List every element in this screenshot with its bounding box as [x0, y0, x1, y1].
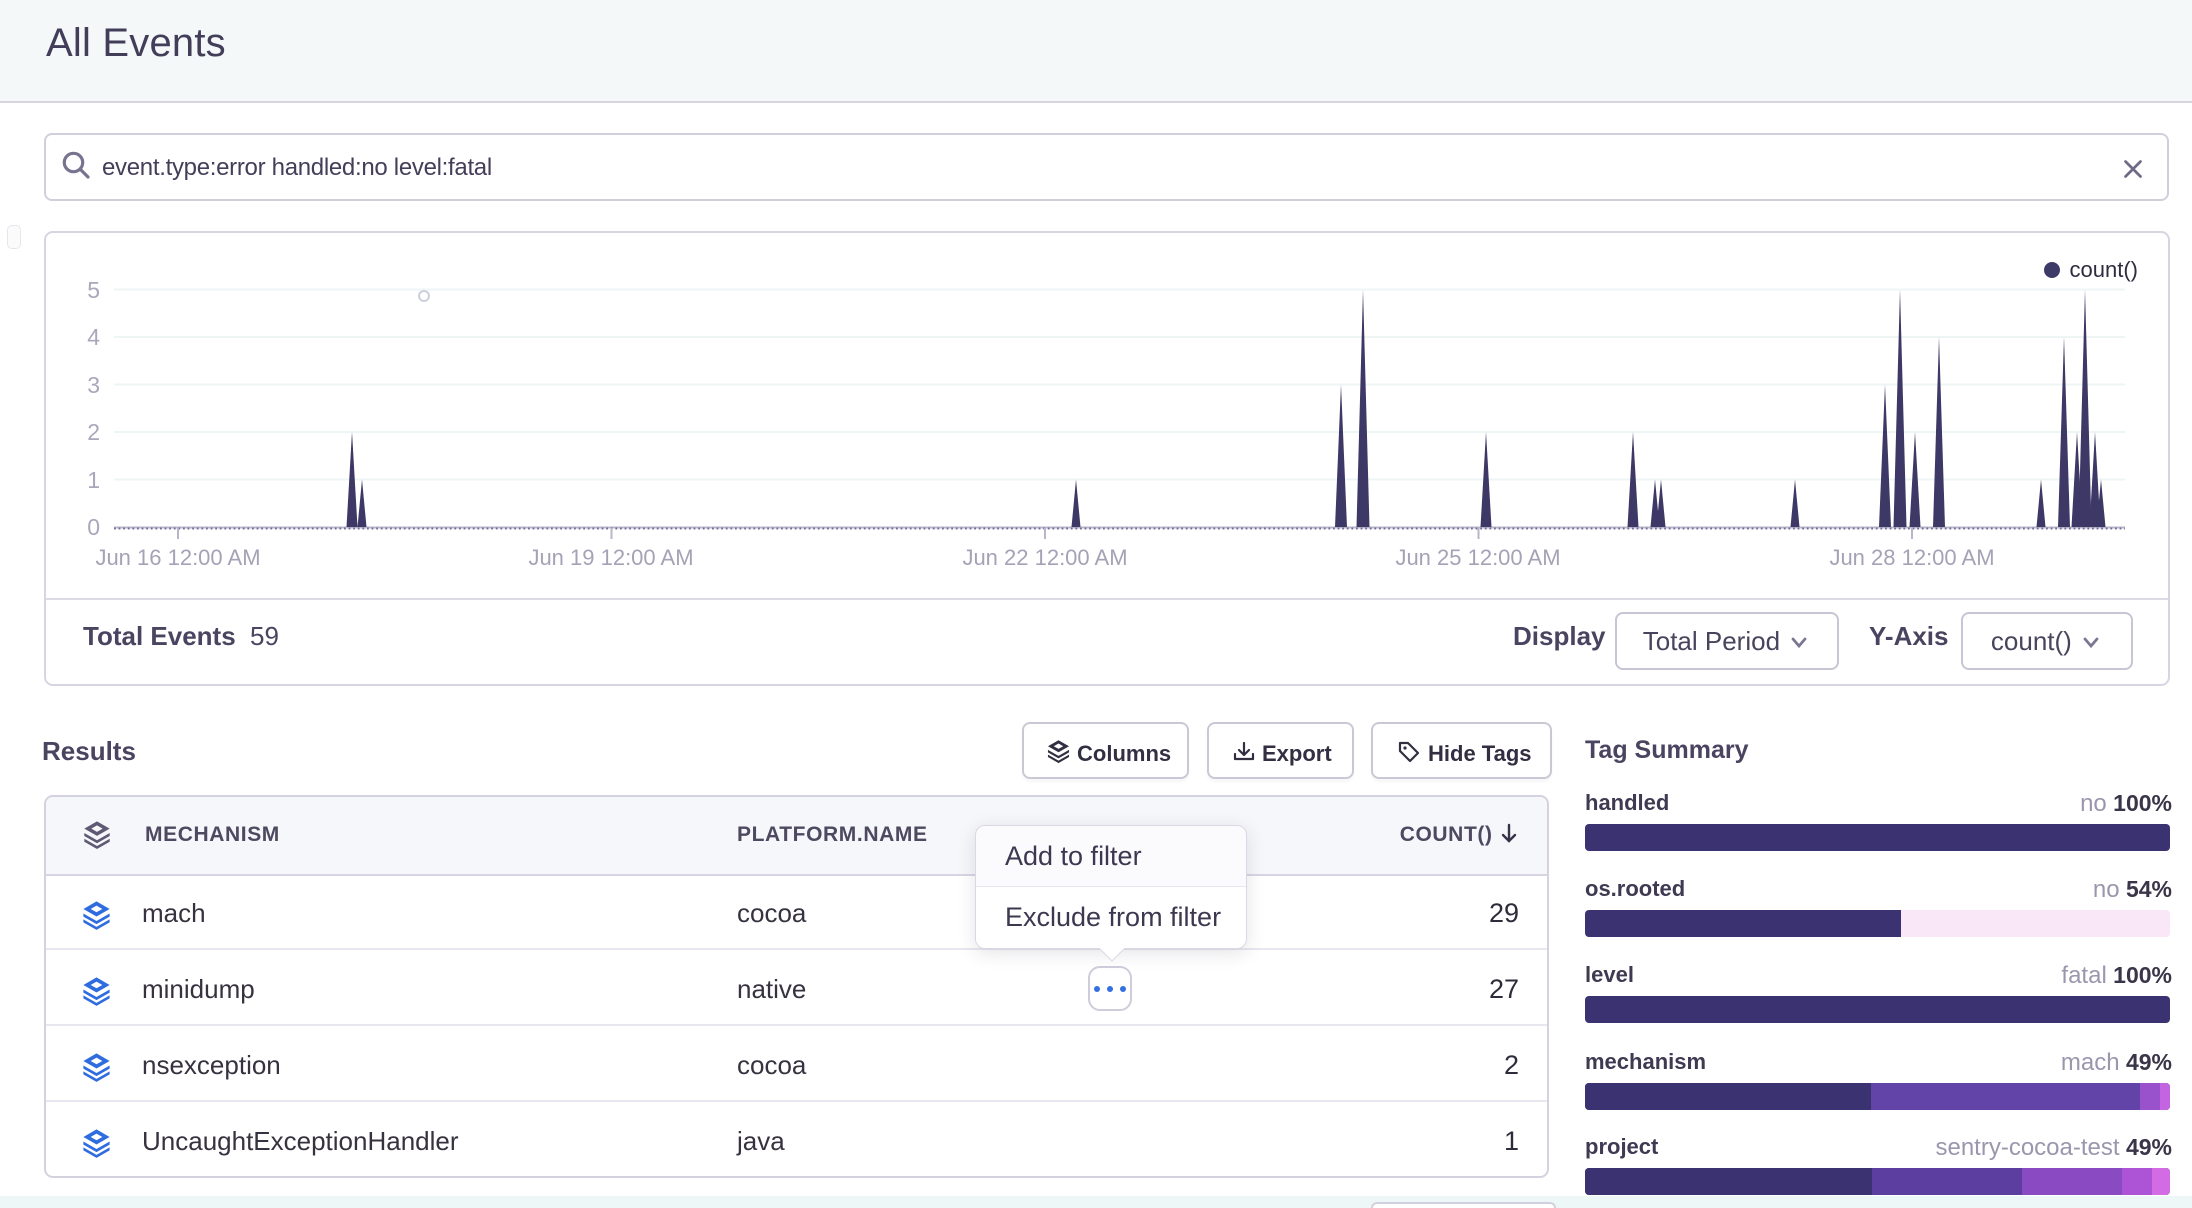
svg-text:4: 4 — [87, 324, 100, 350]
svg-text:0: 0 — [87, 514, 100, 540]
svg-text:3: 3 — [87, 372, 100, 398]
svg-text:1: 1 — [87, 467, 100, 493]
svg-text:2: 2 — [87, 419, 100, 445]
svg-text:5: 5 — [87, 277, 100, 303]
